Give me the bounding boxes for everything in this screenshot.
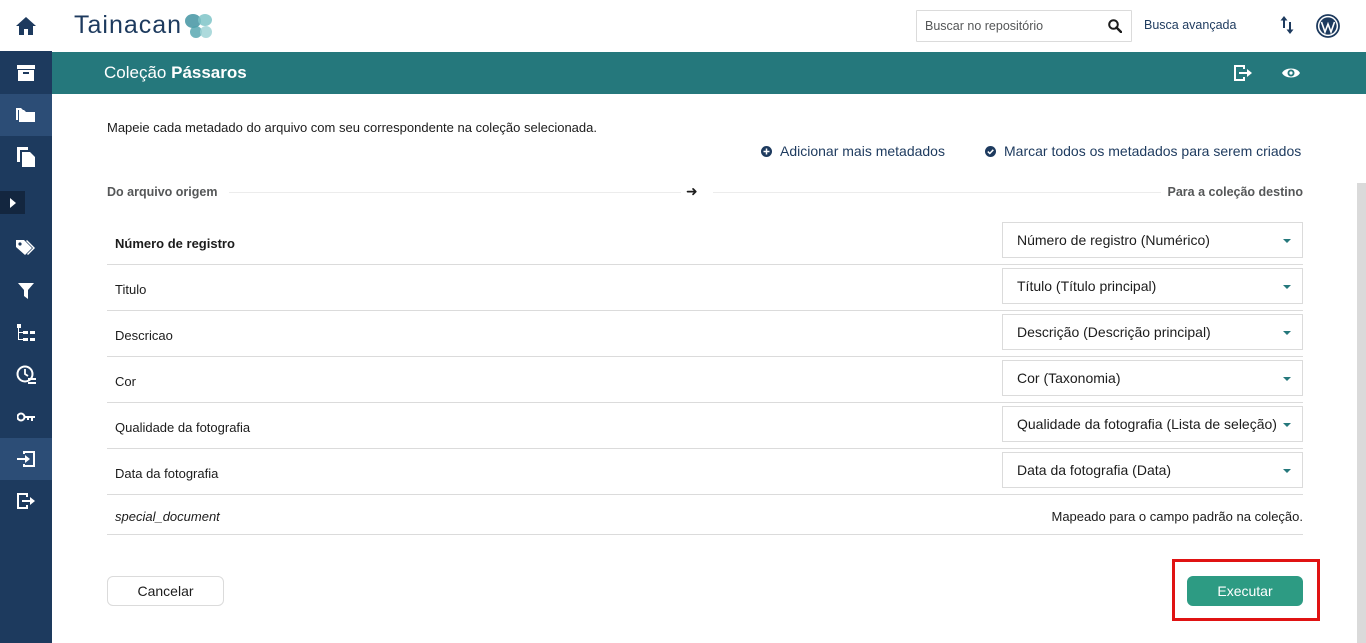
selected-value: Cor (Taxonomia) bbox=[1017, 370, 1121, 386]
scrollbar[interactable] bbox=[1357, 183, 1366, 643]
top-bar: Tainacan Busca avançada bbox=[52, 0, 1366, 52]
collection-name: Pássaros bbox=[171, 63, 247, 82]
folders-icon bbox=[16, 108, 35, 122]
caret-down-icon bbox=[1283, 377, 1291, 381]
target-metadata-select[interactable]: Qualidade da fotografia (Lista de seleçã… bbox=[1002, 406, 1303, 442]
check-circle-icon bbox=[985, 145, 996, 157]
execute-button[interactable]: Executar bbox=[1187, 576, 1303, 606]
mapping-row: Descricao Descrição (Descrição principal… bbox=[107, 311, 1303, 357]
sidebar-toggle[interactable] bbox=[0, 191, 25, 214]
source-metadata-label: Número de registro bbox=[115, 236, 235, 251]
mapping-row: Qualidade da fotografia Qualidade da fot… bbox=[107, 403, 1303, 449]
target-metadata-select[interactable]: Data da fotografia (Data) bbox=[1002, 452, 1303, 488]
mapping-header: Do arquivo origem ➜ Para a coleção desti… bbox=[107, 183, 1303, 201]
sidebar-item-filters[interactable] bbox=[0, 270, 52, 312]
exit-collection-button[interactable] bbox=[1234, 64, 1252, 87]
target-metadata-select[interactable]: Título (Título principal) bbox=[1002, 268, 1303, 304]
source-metadata-label: Data da fotografia bbox=[115, 466, 219, 481]
mapping-note: Mapeado para o campo padrão na coleção. bbox=[1051, 509, 1303, 524]
import-icon bbox=[17, 451, 35, 467]
selected-value: Data da fotografia (Data) bbox=[1017, 462, 1172, 478]
sidebar-item-taxonomies[interactable] bbox=[0, 228, 52, 270]
target-column-label: Para a coleção destino bbox=[1167, 185, 1303, 199]
advanced-search-link[interactable]: Busca avançada bbox=[1144, 18, 1236, 32]
add-more-metadata-link[interactable]: Adicionar mais metadados bbox=[761, 143, 945, 159]
search-box bbox=[916, 10, 1132, 42]
sidebar bbox=[0, 0, 52, 643]
sidebar-item-capabilities[interactable] bbox=[0, 396, 52, 438]
wordpress-button[interactable] bbox=[1316, 14, 1340, 43]
add-more-metadata-label: Adicionar mais metadados bbox=[780, 143, 945, 159]
sidebar-item-exporters[interactable] bbox=[0, 480, 52, 522]
processes-button[interactable] bbox=[1280, 14, 1294, 41]
target-metadata-select[interactable]: Descrição (Descrição principal) bbox=[1002, 314, 1303, 350]
caret-down-icon bbox=[1283, 239, 1291, 243]
home-icon bbox=[16, 16, 36, 35]
hierarchy-icon bbox=[17, 324, 35, 341]
intro-text: Mapeie cada metadado do arquivo com seu … bbox=[107, 120, 597, 135]
plus-circle-icon bbox=[761, 145, 772, 157]
logo[interactable]: Tainacan bbox=[74, 11, 214, 40]
selected-value: Qualidade da fotografia (Lista de seleçã… bbox=[1017, 416, 1277, 432]
mapping-panel: Mapeie cada metadado do arquivo com seu … bbox=[52, 94, 1357, 643]
mark-all-metadata-label: Marcar todos os metadados para serem cri… bbox=[1004, 143, 1302, 159]
mapping-row: Número de registro Número de registro (N… bbox=[107, 219, 1303, 265]
caret-down-icon bbox=[1283, 469, 1291, 473]
mapping-row: Titulo Título (Título principal) bbox=[107, 265, 1303, 311]
sidebar-item-items[interactable] bbox=[0, 136, 52, 178]
source-metadata-label: Descricao bbox=[115, 328, 173, 343]
source-metadata-label: Cor bbox=[115, 374, 136, 389]
caret-down-icon bbox=[1283, 285, 1291, 289]
caret-down-icon bbox=[1283, 423, 1291, 427]
logo-text: Tainacan bbox=[74, 11, 183, 39]
sort-arrows-icon bbox=[1280, 16, 1294, 34]
mark-all-metadata-link[interactable]: Marcar todos os metadados para serem cri… bbox=[985, 143, 1301, 159]
source-metadata-label: Qualidade da fotografia bbox=[115, 420, 251, 435]
tags-icon bbox=[16, 240, 35, 255]
export-icon bbox=[17, 493, 35, 509]
view-collection-button[interactable] bbox=[1282, 66, 1300, 85]
sidebar-item-metadata[interactable] bbox=[0, 312, 52, 354]
collection-header: Coleção Pássaros bbox=[52, 52, 1366, 94]
caret-right-icon bbox=[9, 197, 16, 208]
title-prefix: Coleção bbox=[104, 63, 167, 82]
butterfly-logo-icon bbox=[185, 13, 213, 38]
source-metadata-label: special_document bbox=[115, 509, 220, 524]
caret-down-icon bbox=[1283, 331, 1291, 335]
divider bbox=[713, 192, 1161, 193]
mapping-row: Data da fotografia Data da fotografia (D… bbox=[107, 449, 1303, 495]
target-metadata-select[interactable]: Número de registro (Numérico) bbox=[1002, 222, 1303, 258]
search-icon bbox=[1108, 19, 1123, 34]
mapping-row-special: special_document Mapeado para o campo pa… bbox=[107, 495, 1303, 535]
copy-icon bbox=[17, 147, 35, 167]
divider bbox=[229, 192, 681, 193]
archive-icon bbox=[17, 65, 35, 81]
selected-value: Título (Título principal) bbox=[1017, 278, 1157, 294]
search-input[interactable] bbox=[925, 11, 1103, 41]
wordpress-icon bbox=[1316, 14, 1340, 38]
eye-icon bbox=[1282, 68, 1300, 78]
mapping-row: Cor Cor (Taxonomia) bbox=[107, 357, 1303, 403]
page-title: Coleção Pássaros bbox=[104, 63, 247, 83]
sidebar-item-repository[interactable] bbox=[0, 52, 52, 94]
history-icon bbox=[16, 365, 36, 384]
cancel-button[interactable]: Cancelar bbox=[107, 576, 224, 606]
source-column-label: Do arquivo origem bbox=[107, 185, 218, 199]
selected-value: Descrição (Descrição principal) bbox=[1017, 324, 1211, 340]
target-metadata-select[interactable]: Cor (Taxonomia) bbox=[1002, 360, 1303, 396]
search-button[interactable] bbox=[1108, 19, 1123, 38]
filter-icon bbox=[18, 283, 34, 299]
sidebar-item-importers[interactable] bbox=[0, 438, 52, 480]
arrow-right-icon: ➜ bbox=[686, 183, 698, 199]
home-button[interactable] bbox=[0, 0, 52, 51]
source-metadata-label: Titulo bbox=[115, 282, 147, 297]
selected-value: Número de registro (Numérico) bbox=[1017, 232, 1210, 248]
key-icon bbox=[17, 412, 35, 422]
sidebar-item-activities[interactable] bbox=[0, 354, 52, 396]
exit-icon bbox=[1234, 65, 1252, 81]
sidebar-item-collections[interactable] bbox=[0, 94, 52, 136]
